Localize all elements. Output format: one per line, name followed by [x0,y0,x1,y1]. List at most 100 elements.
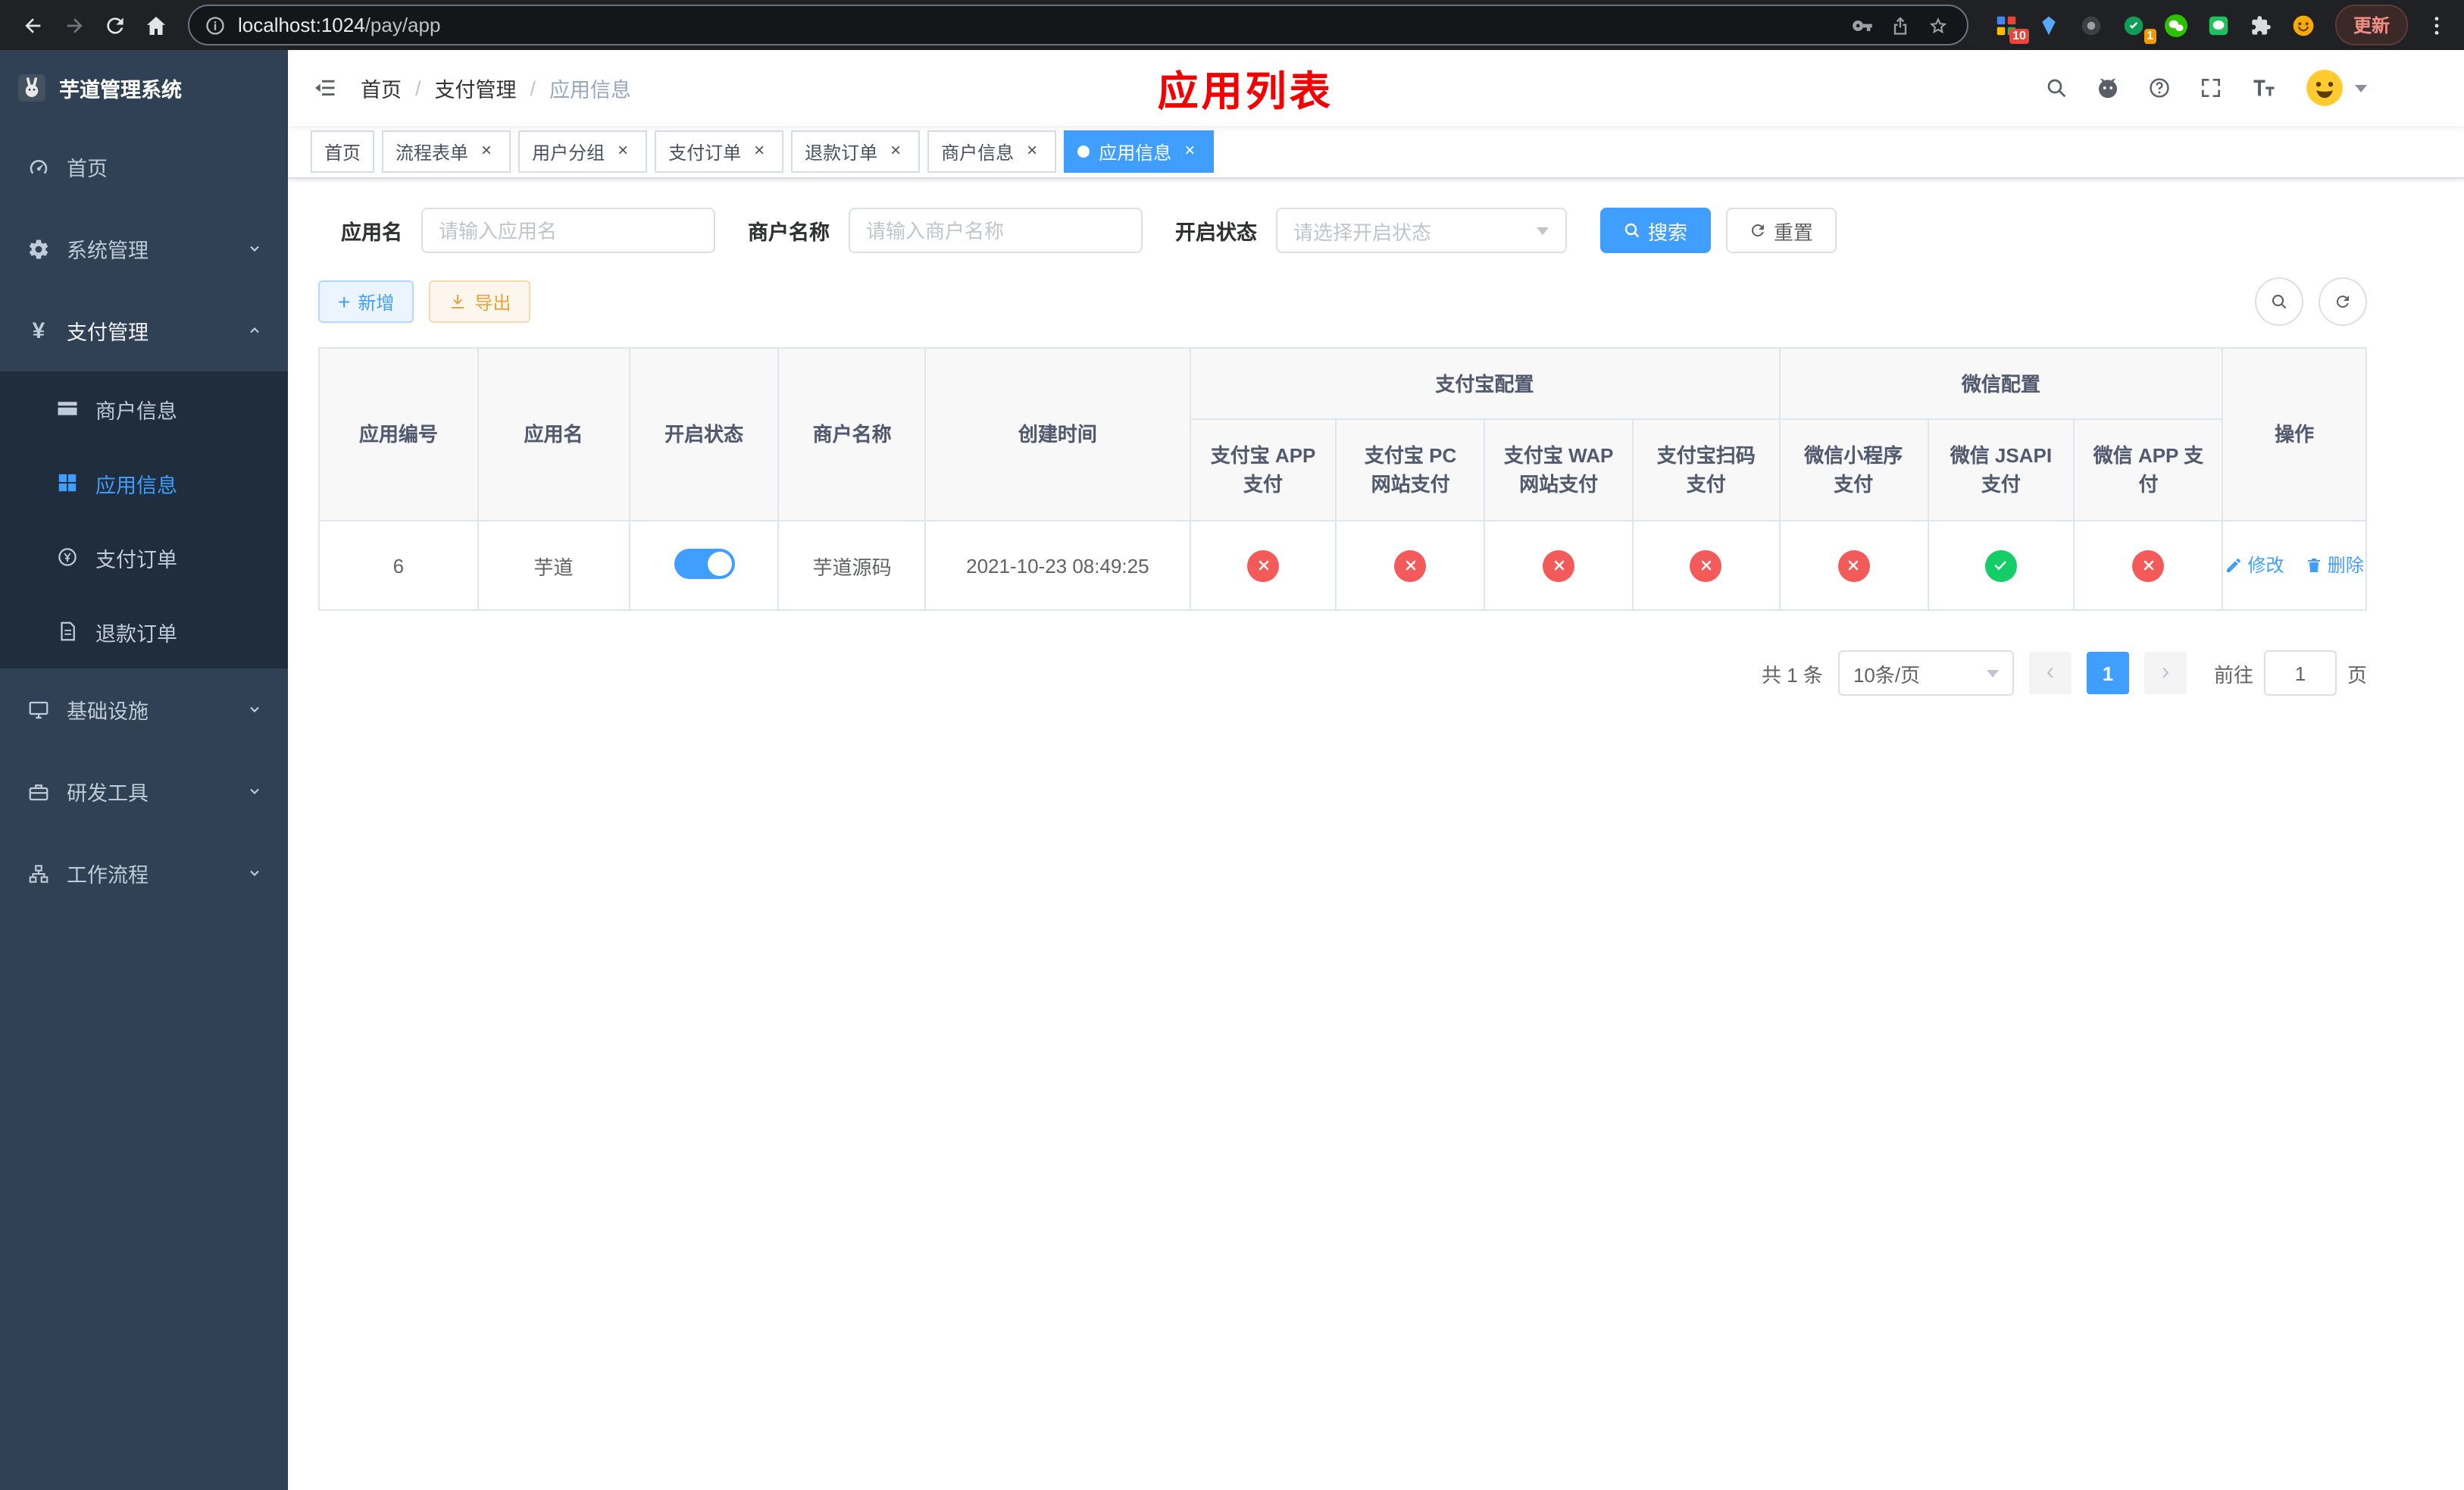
close-icon[interactable] [749,141,770,162]
prev-page-button[interactable]: ‹ [2028,652,2072,694]
page-number-1[interactable]: 1 [2086,652,2129,694]
extension-chat-icon[interactable] [2205,11,2232,39]
extension-grid-icon[interactable]: 10 [1993,11,2029,43]
cell-merchant: 芋道源码 [777,520,927,611]
sidebar-item-dev-tools[interactable]: 研发工具 [0,750,288,832]
sidebar-item-pay-order[interactable]: 支付订单 [0,520,288,594]
sidebar-item-payment[interactable]: ¥ 支付管理 [0,290,288,371]
tab-home[interactable]: 首页 [311,130,375,173]
sidebar-item-system[interactable]: 系统管理 [0,208,288,290]
merchant-name-label: 商户名称 [748,221,830,244]
col-alipay-qr: 支付宝扫码支付 [1631,418,1781,521]
sidebar-item-label: 工作流程 [67,864,149,887]
plus-icon [338,290,350,314]
extensions-puzzle-icon[interactable] [2247,11,2275,39]
screen: localhost:1024/pay/app 10 1 更新 芋道管理系统 首页… [0,0,2464,1490]
delete-label: 删除 [2327,555,2364,577]
close-icon[interactable] [476,141,497,162]
help-icon[interactable] [2147,76,2172,100]
fullscreen-icon[interactable] [2199,76,2223,100]
sidebar-item-refund-order[interactable]: 退款订单 [0,594,288,668]
bookmark-star-icon[interactable] [1928,14,1949,36]
tab-pay-order[interactable]: 支付订单 [655,130,784,173]
tab-app-info[interactable]: 应用信息 [1064,130,1215,173]
close-icon[interactable] [885,141,906,162]
extension-dark-icon[interactable] [2078,11,2105,39]
export-button[interactable]: 导出 [429,280,531,323]
col-status: 开启状态 [628,347,780,521]
browser-forward-icon[interactable] [53,5,94,45]
tab-refund-order[interactable]: 退款订单 [791,130,921,173]
tab-user-group[interactable]: 用户分组 [518,130,648,173]
extension-blue-icon[interactable] [2035,11,2062,39]
tab-label: 支付订单 [668,142,742,163]
search-button[interactable]: 搜索 [1599,208,1711,253]
page-size-select[interactable]: 10条/页 [1837,650,2014,696]
tab-label: 商户信息 [941,142,1015,163]
col-app-id: 应用编号 [318,347,479,521]
browser-menu-icon[interactable] [2425,13,2449,37]
user-menu[interactable] [2305,68,2367,108]
extension-wechat-icon[interactable] [2162,11,2190,39]
toggle-search-button[interactable] [2255,277,2303,326]
browser-back-icon[interactable] [12,5,53,45]
sidebar-item-workflow[interactable]: 工作流程 [0,832,288,914]
breadcrumb-home[interactable]: 首页 [361,73,402,103]
profile-avatar-icon[interactable] [2290,11,2317,39]
user-avatar [2306,70,2343,106]
page-content: 应用名 商户名称 开启状态 请选择开启状态 [288,179,2464,696]
close-icon[interactable] [1021,141,1043,162]
sidebar-item-infrastructure[interactable]: 基础设施 [0,668,288,750]
status-select[interactable]: 请选择开启状态 [1275,208,1566,253]
extension-badge: 10 [2009,28,2029,43]
merchant-name-input[interactable] [848,208,1142,253]
app-name-label: 应用名 [341,221,402,244]
chevron-down-icon [247,784,262,799]
delete-link[interactable]: 删除 [2305,552,2364,578]
reset-button[interactable]: 重置 [1725,208,1837,253]
sidebar-item-app-info[interactable]: 应用信息 [0,446,288,520]
search-icon[interactable] [2044,76,2068,100]
close-icon[interactable] [612,141,633,162]
sidebar-item-label: 支付订单 [95,548,177,571]
password-key-icon[interactable] [1852,14,1873,36]
disabled-icon [1690,549,1722,581]
pagination: 共 1 条 10条/页 ‹ 1 › 前往 页 [318,650,2367,696]
address-bar[interactable]: localhost:1024/pay/app [188,5,1968,45]
browser-home-icon[interactable] [135,5,176,45]
edit-link[interactable]: 修改 [2225,552,2284,578]
font-size-icon[interactable] [2250,74,2278,102]
sidebar-item-home[interactable]: 首页 [0,126,288,208]
browser-update-button[interactable]: 更新 [2334,5,2408,45]
status-label: 开启状态 [1175,221,1257,244]
site-info-icon[interactable] [205,14,226,36]
export-button-label: 导出 [474,292,511,313]
sidebar-item-label: 研发工具 [67,782,149,805]
chevron-down-icon [1536,227,1548,234]
sidebar-logo[interactable]: 芋道管理系统 [0,50,288,126]
breadcrumb-payment[interactable]: 支付管理 [435,73,517,103]
browser-reload-icon[interactable] [94,5,135,45]
col-wx-jsapi: 微信 JSAPI 支付 [1927,418,2075,521]
tab-label: 流程表单 [396,142,469,163]
status-toggle[interactable] [674,548,735,578]
chevron-down-icon [247,866,262,881]
sidebar-toggle-icon[interactable] [288,74,361,102]
tab-process-form[interactable]: 流程表单 [382,130,511,173]
tab-merchant-info[interactable]: 商户信息 [927,130,1057,173]
sidebar-item-label: 退款订单 [95,622,177,645]
goto-page-input[interactable] [2263,650,2337,696]
app-name-input[interactable] [421,208,714,253]
add-button[interactable]: 新增 [318,280,414,323]
share-icon[interactable] [1890,14,1911,36]
close-icon[interactable] [1179,141,1200,162]
breadcrumb-separator: / [415,77,421,99]
payment-submenu: 商户信息 应用信息 支付订单 退款订单 [0,371,288,668]
chevron-down-icon [247,241,262,256]
refresh-button[interactable] [2319,277,2367,326]
next-page-button[interactable]: › [2143,652,2187,694]
sidebar-item-merchant-info[interactable]: 商户信息 [0,371,288,446]
github-icon[interactable] [2096,76,2120,100]
cell-app-name: 芋道 [477,520,630,611]
extension-green-badge-icon[interactable]: 1 [2120,11,2156,43]
